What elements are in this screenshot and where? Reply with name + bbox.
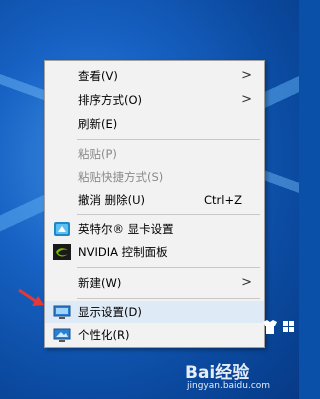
- nvidia-icon: [53, 244, 71, 260]
- menu-item-intel-graphics[interactable]: 英特尔® 显卡设置: [45, 218, 264, 240]
- menu-item-label: 刷新(E): [78, 117, 118, 131]
- menu-separator: [77, 267, 260, 268]
- menu-separator: [77, 298, 260, 299]
- menu-item-sort-by[interactable]: 排序方式(O) >: [45, 89, 264, 111]
- menu-item-label: 显示设置(D): [78, 305, 142, 319]
- menu-item-label: 查看(V): [78, 69, 118, 83]
- desktop-shortcut-icons[interactable]: [261, 318, 299, 336]
- menu-item-undo-delete[interactable]: 撤消 删除(U) Ctrl+Z: [45, 189, 264, 211]
- red-arrow-icon: [18, 288, 44, 306]
- menu-separator: [77, 214, 260, 215]
- menu-item-label: 英特尔® 显卡设置: [78, 222, 174, 236]
- personalize-icon: [53, 328, 71, 342]
- watermark-brand: Bai经验: [185, 363, 250, 383]
- menu-item-label: NVIDIA 控制面板: [78, 245, 168, 259]
- menu-item-refresh[interactable]: 刷新(E): [45, 113, 264, 135]
- watermark-url: jingyan.baidu.com: [187, 381, 271, 391]
- menu-item-new[interactable]: 新建(W) >: [45, 272, 264, 294]
- chevron-right-icon: >: [241, 275, 252, 290]
- menu-item-display-settings[interactable]: 显示设置(D): [45, 301, 264, 323]
- display-settings-icon: [53, 305, 71, 319]
- intel-graphics-icon: [54, 222, 70, 236]
- menu-item-view[interactable]: 查看(V) >: [45, 65, 264, 87]
- chevron-right-icon: >: [241, 92, 252, 107]
- chevron-right-icon: >: [241, 68, 252, 83]
- menu-item-paste-shortcut[interactable]: 粘贴快捷方式(S): [45, 166, 264, 188]
- baidu-jingyan-watermark: Bai经验 jingyan.baidu.com: [185, 358, 295, 394]
- menu-separator: [77, 139, 260, 140]
- menu-item-label: 排序方式(O): [78, 93, 143, 107]
- menu-item-label: 个性化(R): [78, 328, 130, 342]
- menu-item-personalize[interactable]: 个性化(R): [45, 324, 264, 346]
- menu-item-label: 粘贴(P): [78, 147, 117, 161]
- menu-item-label: 新建(W): [78, 276, 122, 290]
- desktop-context-menu: 查看(V) > 排序方式(O) > 刷新(E) 粘贴(P) 粘贴快捷方式(S) …: [44, 60, 265, 348]
- menu-item-paste[interactable]: 粘贴(P): [45, 143, 264, 165]
- menu-item-label: 粘贴快捷方式(S): [78, 170, 164, 184]
- menu-item-nvidia-control-panel[interactable]: NVIDIA 控制面板: [45, 241, 264, 263]
- menu-item-label: 撤消 删除(U): [78, 193, 146, 207]
- menu-item-shortcut: Ctrl+Z: [204, 193, 242, 207]
